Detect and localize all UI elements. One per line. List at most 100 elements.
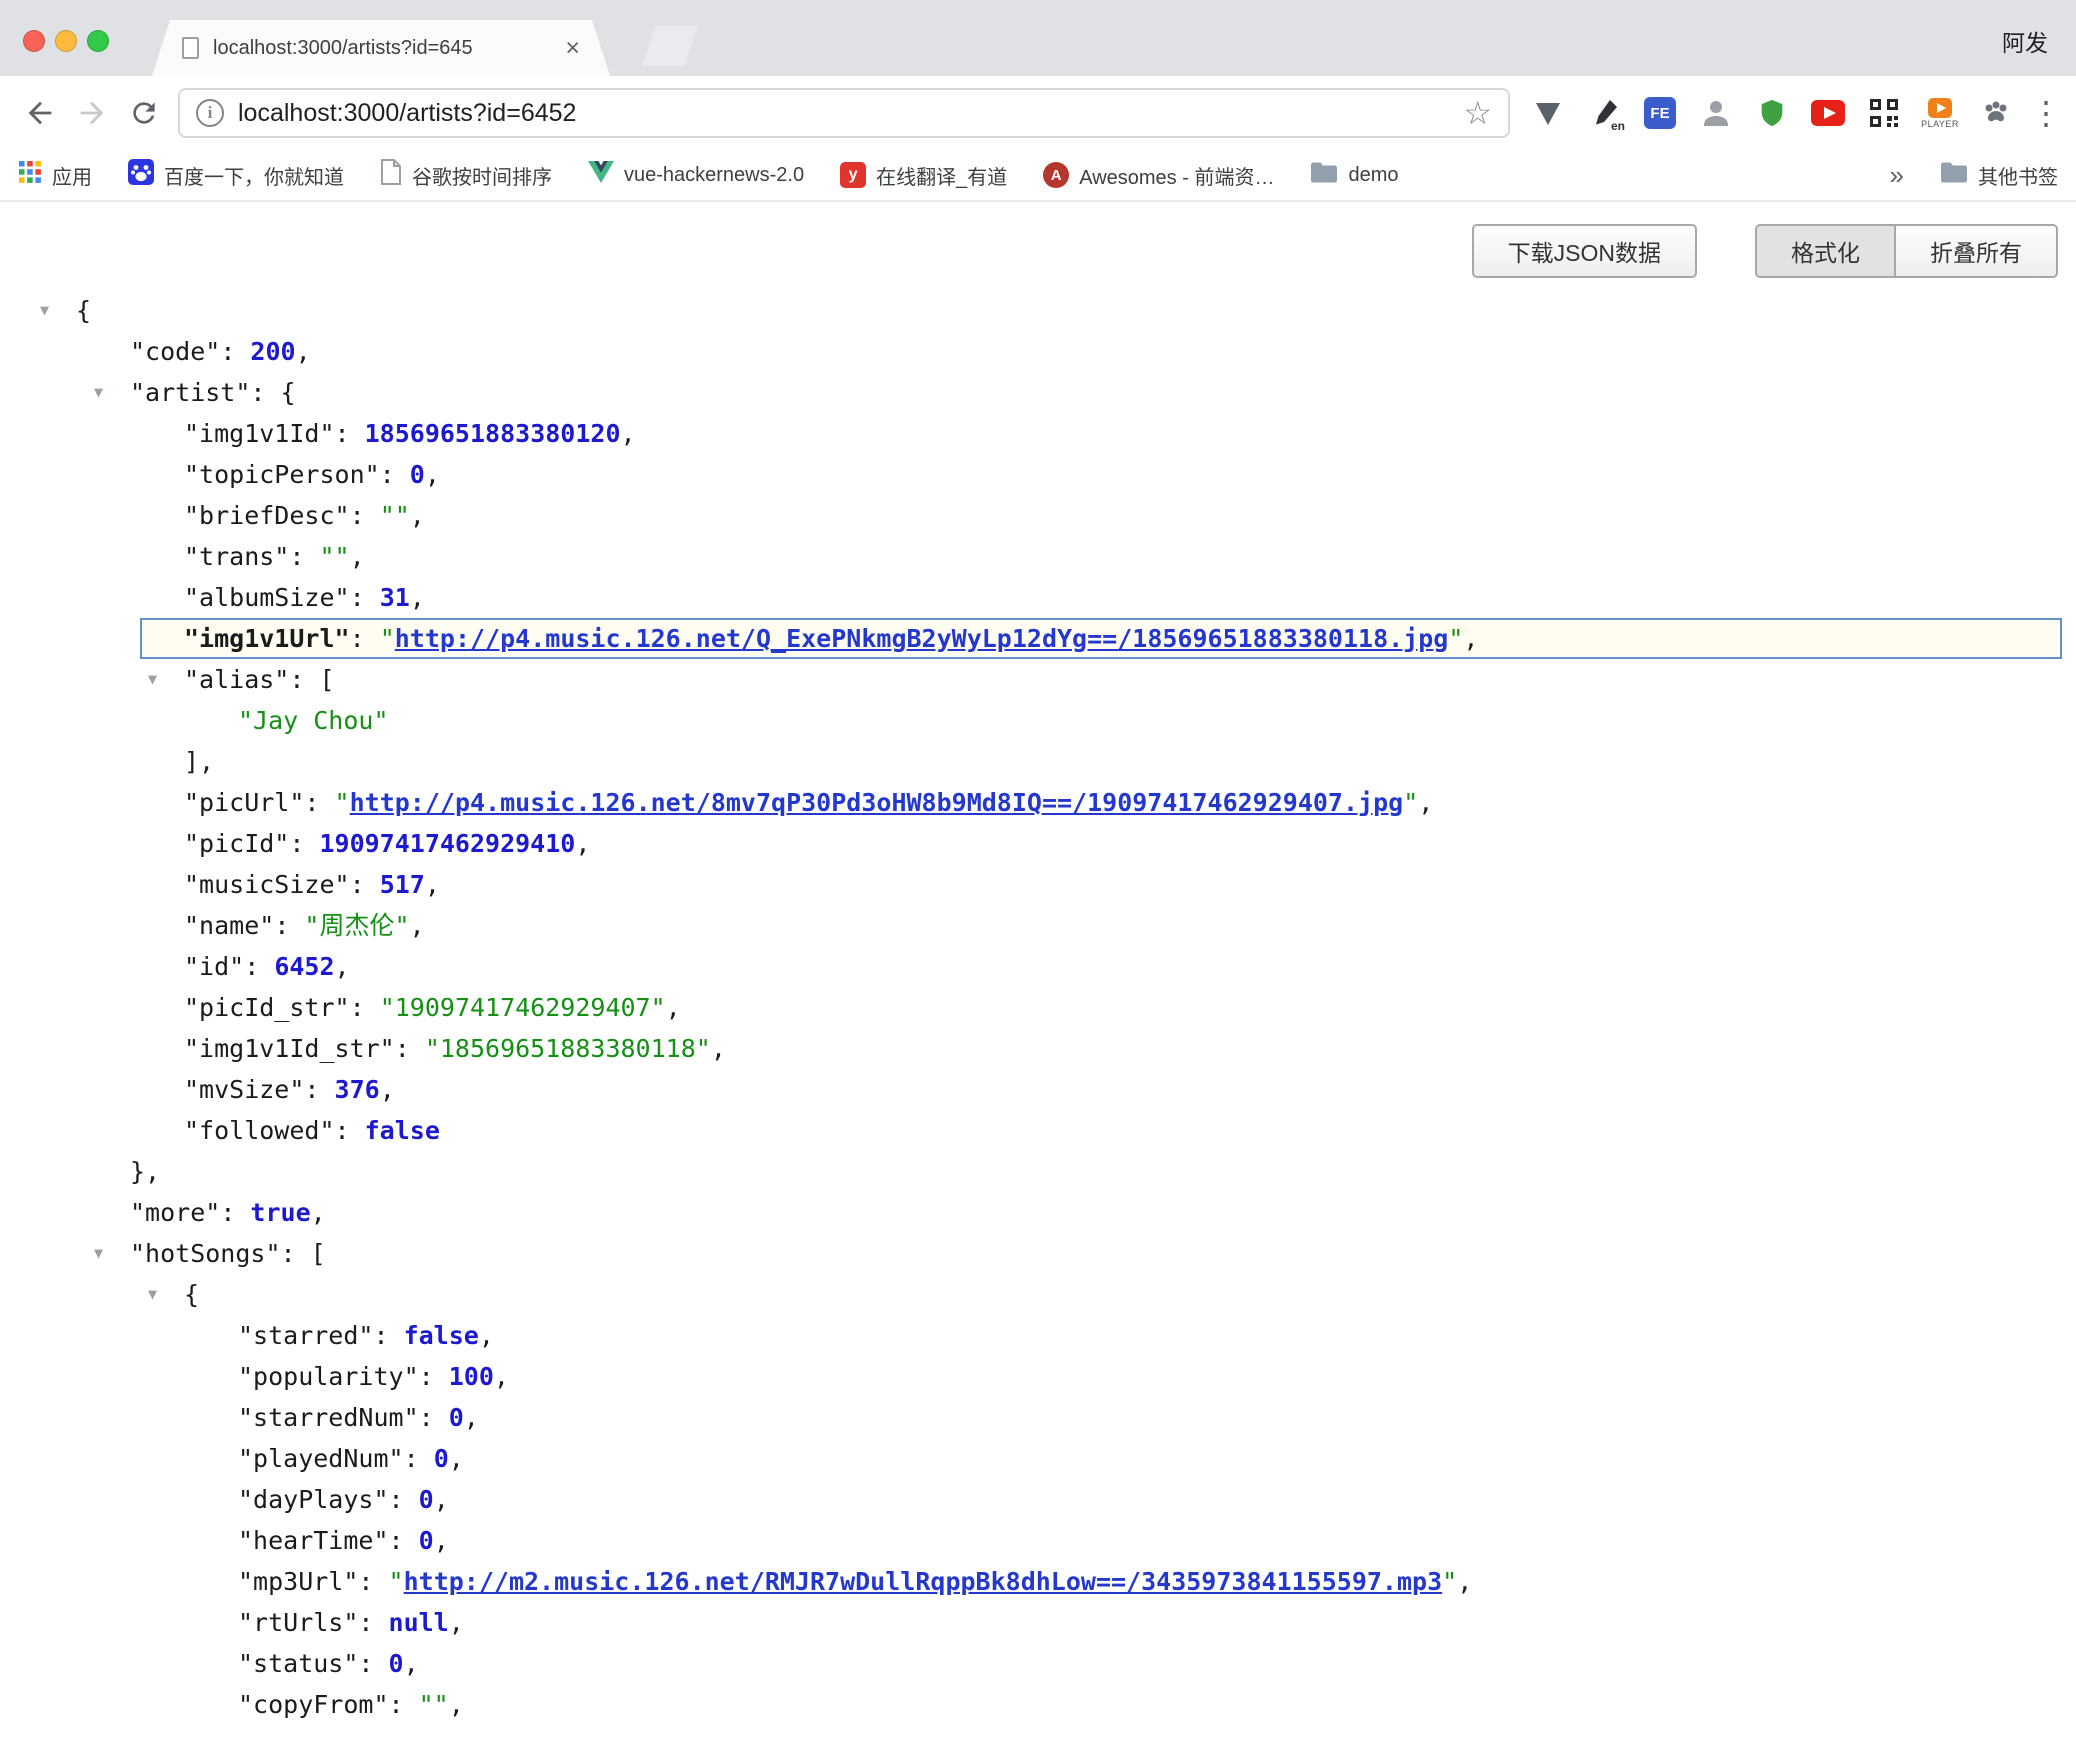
tab-title: localhost:3000/artists?id=645 xyxy=(213,37,551,60)
json-line: ▼"hotSongs": [ xyxy=(0,1233,2076,1274)
maximize-window-button[interactable] xyxy=(87,30,109,52)
shield-extension-icon[interactable] xyxy=(1754,95,1790,131)
tab-strip: localhost:3000/artists?id=645 × 阿发 xyxy=(0,0,2076,76)
user-silhouette-icon[interactable] xyxy=(1698,95,1734,131)
bookmark-other-folder[interactable]: 其他书签 xyxy=(1940,161,2058,190)
json-line: ▼{ xyxy=(0,1274,2076,1315)
browser-toolbar: i localhost:3000/artists?id=6452 ☆ en FE xyxy=(0,76,2076,150)
json-line: ], xyxy=(0,741,2076,782)
json-url-link[interactable]: http://p4.music.126.net/8mv7qP30Pd3oHW8b… xyxy=(350,788,1404,817)
back-button[interactable] xyxy=(14,87,66,139)
bookmark-item-youdao[interactable]: y 在线翻译_有道 xyxy=(840,161,1007,190)
bookmark-item-awesomes[interactable]: A Awesomes - 前端资… xyxy=(1043,161,1274,190)
minimize-window-button[interactable] xyxy=(55,30,77,52)
page-info-icon[interactable]: i xyxy=(196,99,224,127)
pen-lang-badge: en xyxy=(1611,119,1625,133)
qr-code-icon[interactable] xyxy=(1866,95,1902,131)
bookmark-item-apps[interactable]: 应用 xyxy=(18,160,92,190)
json-line: "mp3Url": "http://m2.music.126.net/RMJR7… xyxy=(0,1561,2076,1602)
close-window-button[interactable] xyxy=(23,30,45,52)
bookmark-label: 在线翻译_有道 xyxy=(876,161,1007,190)
bookmarks-overflow-chevron-icon[interactable]: » xyxy=(1890,160,1904,191)
json-line: "hearTime": 0, xyxy=(0,1520,2076,1561)
bookmark-item-baidu[interactable]: 百度一下，你就知道 xyxy=(128,159,344,191)
bookmarks-bar: 应用 百度一下，你就知道 谷歌按时间排序 vue-hackernews-2.0 … xyxy=(0,150,2076,202)
awesomes-icon: A xyxy=(1043,162,1069,188)
bookmark-label: 谷歌按时间排序 xyxy=(412,161,552,190)
collapse-arrow-icon[interactable]: ▼ xyxy=(94,372,103,413)
collapse-arrow-icon[interactable]: ▼ xyxy=(94,1233,103,1274)
json-line: "playedNum": 0, xyxy=(0,1438,2076,1479)
format-toggle-group: 格式化 折叠所有 xyxy=(1755,224,2058,278)
json-line: "copyFrom": "", xyxy=(0,1684,2076,1725)
profile-name[interactable]: 阿发 xyxy=(2002,24,2048,58)
bookmark-label: Awesomes - 前端资… xyxy=(1079,161,1274,190)
browser-tab[interactable]: localhost:3000/artists?id=645 × xyxy=(152,20,610,76)
extension-icons: en FE PLAYER xyxy=(1530,95,2014,131)
json-url-link[interactable]: http://m2.music.126.net/RMJR7wDullRqppBk… xyxy=(404,1567,1443,1596)
collapse-all-button[interactable]: 折叠所有 xyxy=(1896,224,2058,278)
doc-icon xyxy=(380,159,402,191)
bookmark-item-demo[interactable]: demo xyxy=(1310,161,1398,190)
download-json-button[interactable]: 下载JSON数据 xyxy=(1472,224,1697,278)
json-line: "more": true, xyxy=(0,1192,2076,1233)
bookmark-label: 应用 xyxy=(52,161,92,190)
collapse-arrow-icon[interactable]: ▼ xyxy=(148,659,157,700)
json-line: "img1v1Id": 18569651883380120, xyxy=(0,413,2076,454)
fe-extension-icon[interactable]: FE xyxy=(1642,95,1678,131)
json-line: "name": "周杰伦", xyxy=(0,905,2076,946)
reload-button[interactable] xyxy=(118,87,170,139)
tab-close-icon[interactable]: × xyxy=(565,36,580,61)
json-line: "mvSize": 376, xyxy=(0,1069,2076,1110)
translate-pen-icon[interactable]: en xyxy=(1586,95,1622,131)
address-bar[interactable]: i localhost:3000/artists?id=6452 ☆ xyxy=(178,88,1510,138)
json-line: "status": 0, xyxy=(0,1643,2076,1684)
json-line: "trans": "", xyxy=(0,536,2076,577)
folder-icon xyxy=(1310,161,1338,190)
player-label: PLAYER xyxy=(1921,119,1959,129)
json-line: "id": 6452, xyxy=(0,946,2076,987)
json-line: "popularity": 100, xyxy=(0,1356,2076,1397)
baidu-icon xyxy=(128,159,154,191)
vimium-flag-icon[interactable] xyxy=(1530,95,1566,131)
json-line: "albumSize": 31, xyxy=(0,577,2076,618)
bookmark-item-google-sort[interactable]: 谷歌按时间排序 xyxy=(380,159,552,191)
youtube-icon[interactable] xyxy=(1810,95,1846,131)
bookmark-item-vue-hackernews[interactable]: vue-hackernews-2.0 xyxy=(588,160,804,190)
json-line: "Jay Chou" xyxy=(0,700,2076,741)
json-line-highlighted: "img1v1Url": "http://p4.music.126.net/Q_… xyxy=(140,618,2062,659)
collapse-arrow-icon[interactable]: ▼ xyxy=(148,1274,157,1315)
json-line: "img1v1Id_str": "18569651883380118", xyxy=(0,1028,2076,1069)
json-line: "dayPlays": 0, xyxy=(0,1479,2076,1520)
page-content: 下载JSON数据 格式化 折叠所有 ▼{"code": 200,▼"artist… xyxy=(0,202,2076,1754)
youdao-icon: y xyxy=(840,162,866,188)
forward-button[interactable] xyxy=(66,87,118,139)
json-line: ▼"alias": [ xyxy=(0,659,2076,700)
fe-badge: FE xyxy=(1644,97,1676,129)
json-line: "musicSize": 517, xyxy=(0,864,2076,905)
vue-icon xyxy=(588,160,614,190)
page-icon xyxy=(182,37,199,59)
apps-grid-icon xyxy=(18,160,42,190)
json-url-link[interactable]: http://p4.music.126.net/Q_ExePNkmgB2yWyL… xyxy=(395,624,1449,653)
json-line: "starred": false, xyxy=(0,1315,2076,1356)
bookmark-star-icon[interactable]: ☆ xyxy=(1463,97,1492,129)
json-line: ▼"artist": { xyxy=(0,372,2076,413)
paw-icon[interactable] xyxy=(1978,95,2014,131)
json-line: "briefDesc": "", xyxy=(0,495,2076,536)
url-text[interactable]: localhost:3000/artists?id=6452 xyxy=(238,99,1449,128)
json-line: "starredNum": 0, xyxy=(0,1397,2076,1438)
json-line: ▼{ xyxy=(0,290,2076,331)
json-line: "rtUrls": null, xyxy=(0,1602,2076,1643)
bookmark-label: 其他书签 xyxy=(1978,161,2058,190)
bookmark-label: 百度一下，你就知道 xyxy=(164,161,344,190)
json-viewer-toolbar: 下载JSON数据 格式化 折叠所有 xyxy=(1472,224,2058,278)
media-player-icon[interactable]: PLAYER xyxy=(1922,95,1958,131)
collapse-arrow-icon[interactable]: ▼ xyxy=(40,290,49,331)
browser-menu-icon[interactable]: ⋮ xyxy=(2030,94,2062,132)
json-line: "picId": 19097417462929410, xyxy=(0,823,2076,864)
new-tab-button[interactable] xyxy=(642,26,698,66)
json-line: "topicPerson": 0, xyxy=(0,454,2076,495)
json-line: "picId_str": "19097417462929407", xyxy=(0,987,2076,1028)
format-button[interactable]: 格式化 xyxy=(1755,224,1896,278)
